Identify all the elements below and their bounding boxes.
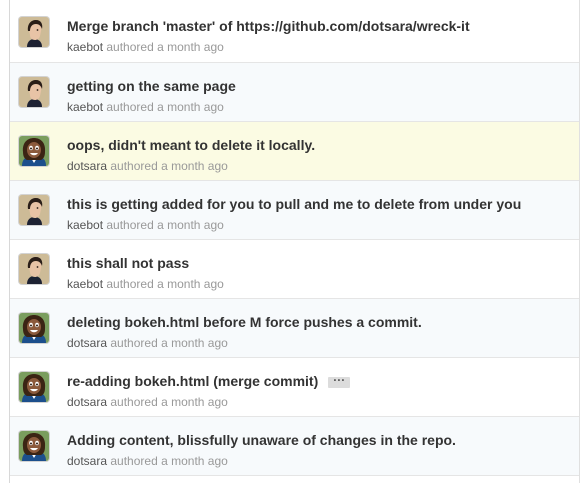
commit-time: a month ago: [157, 40, 224, 54]
commit-time: a month ago: [157, 100, 224, 114]
kaebot-avatar[interactable]: [19, 254, 49, 284]
dotsara-avatar[interactable]: [19, 431, 49, 461]
commit-time: a month ago: [157, 277, 224, 291]
commit-author[interactable]: dotsara: [67, 159, 107, 173]
commit-verb: authored: [110, 395, 158, 409]
commit-row[interactable]: deleting bokeh.html before M force pushe…: [10, 299, 580, 358]
commit-meta: kaebot authored a month ago: [67, 100, 224, 114]
commit-author[interactable]: kaebot: [67, 100, 103, 114]
kaebot-avatar[interactable]: [19, 17, 49, 47]
commit-author[interactable]: kaebot: [67, 218, 103, 232]
commit-title[interactable]: deleting bokeh.html before M force pushe…: [67, 314, 422, 330]
commit-author[interactable]: kaebot: [67, 40, 103, 54]
commit-time: a month ago: [161, 454, 228, 468]
commit-title[interactable]: oops, didn't meant to delete it locally.: [67, 137, 315, 153]
commit-title[interactable]: Merge branch 'master' of https://github.…: [67, 18, 470, 34]
commit-author[interactable]: dotsara: [67, 395, 107, 409]
commit-meta: dotsara authored a month ago: [67, 159, 228, 173]
commit-title[interactable]: this is getting added for you to pull an…: [67, 196, 521, 212]
commit-meta: dotsara authored a month ago: [67, 336, 228, 350]
commit-time: a month ago: [157, 218, 224, 232]
commit-title[interactable]: this shall not pass: [67, 255, 189, 271]
commit-meta: kaebot authored a month ago: [67, 40, 224, 54]
commit-verb: authored: [110, 336, 158, 350]
dotsara-avatar[interactable]: [19, 372, 49, 402]
expand-description-button[interactable]: ···: [328, 374, 351, 388]
commit-verb: authored: [110, 159, 158, 173]
commit-row[interactable]: this is getting added for you to pull an…: [10, 181, 580, 240]
commit-title[interactable]: Adding content, blissfully unaware of ch…: [67, 432, 456, 448]
commit-author[interactable]: kaebot: [67, 277, 103, 291]
commit-author[interactable]: dotsara: [67, 454, 107, 468]
commit-verb: authored: [106, 218, 154, 232]
commit-time: a month ago: [161, 159, 228, 173]
commit-row[interactable]: this shall not pass kaebot authored a mo…: [10, 240, 580, 299]
commit-row[interactable]: oops, didn't meant to delete it locally.…: [10, 122, 580, 181]
commit-meta: dotsara authored a month ago: [67, 454, 228, 468]
dotsara-avatar[interactable]: [19, 136, 49, 166]
commit-row[interactable]: Merge branch 'master' of https://github.…: [10, 0, 580, 63]
commit-author[interactable]: dotsara: [67, 336, 107, 350]
commit-time: a month ago: [161, 395, 228, 409]
commit-meta: kaebot authored a month ago: [67, 277, 224, 291]
kaebot-avatar[interactable]: [19, 195, 49, 225]
commit-verb: authored: [106, 40, 154, 54]
kaebot-avatar[interactable]: [19, 77, 49, 107]
commit-meta: kaebot authored a month ago: [67, 218, 224, 232]
commit-verb: authored: [110, 454, 158, 468]
dotsara-avatar[interactable]: [19, 313, 49, 343]
commit-verb: authored: [106, 100, 154, 114]
commit-title[interactable]: getting on the same page: [67, 78, 236, 94]
commit-meta: dotsara authored a month ago: [67, 395, 228, 409]
commit-verb: authored: [106, 277, 154, 291]
commit-row[interactable]: Adding content, blissfully unaware of ch…: [10, 417, 580, 476]
commit-title[interactable]: re-adding bokeh.html (merge commit) ···: [67, 373, 351, 389]
commit-row[interactable]: re-adding bokeh.html (merge commit) ··· d…: [10, 358, 580, 417]
commit-time: a month ago: [161, 336, 228, 350]
commit-title-text[interactable]: re-adding bokeh.html (merge commit): [67, 373, 318, 389]
commit-list: Merge branch 'master' of https://github.…: [9, 0, 580, 483]
commit-row[interactable]: getting on the same page kaebot authored…: [10, 63, 580, 122]
